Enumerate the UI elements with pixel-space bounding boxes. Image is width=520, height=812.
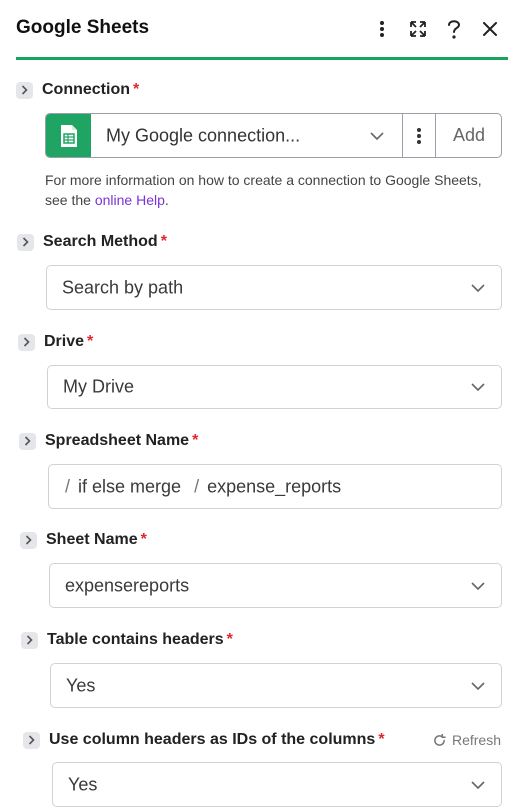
- more-vertical-icon[interactable]: [370, 17, 394, 41]
- add-connection-button[interactable]: Add: [436, 114, 501, 157]
- chevron-down-icon: [471, 577, 485, 595]
- drive-label: Drive *: [18, 331, 93, 353]
- chevron-right-icon[interactable]: [18, 333, 35, 351]
- chevron-right-icon[interactable]: [20, 531, 37, 549]
- help-icon[interactable]: [442, 17, 466, 41]
- close-icon[interactable]: [478, 17, 502, 41]
- table-headers-label: Table contains headers *: [21, 629, 233, 651]
- chevron-down-icon: [471, 279, 485, 297]
- column-ids-label: Use column headers as IDs of the columns…: [23, 729, 385, 751]
- connection-label: Connection *: [16, 79, 139, 101]
- expand-icon[interactable]: [406, 17, 430, 41]
- chevron-right-icon[interactable]: [19, 432, 36, 450]
- header-divider: [16, 57, 508, 60]
- chevron-right-icon[interactable]: [23, 731, 40, 749]
- spreadsheet-path-field[interactable]: / if else merge / expense_reports: [48, 464, 502, 509]
- chevron-down-icon: [370, 127, 384, 145]
- chevron-down-icon: [471, 776, 485, 794]
- panel-header: Google Sheets: [0, 0, 520, 60]
- search-method-select[interactable]: Search by path: [46, 265, 502, 310]
- online-help-link[interactable]: online Help: [95, 192, 165, 208]
- refresh-icon: [434, 733, 446, 746]
- path-segment[interactable]: expense_reports: [207, 476, 341, 496]
- connection-help-text: For more information on how to create a …: [45, 172, 482, 208]
- sheet-name-label: Sheet Name *: [20, 529, 147, 551]
- column-ids-select[interactable]: Yes: [52, 762, 502, 807]
- chevron-right-icon[interactable]: [21, 631, 38, 649]
- drive-select[interactable]: My Drive: [47, 365, 502, 409]
- path-segment[interactable]: if else merge: [78, 476, 181, 496]
- search-method-label: Search Method *: [17, 231, 167, 253]
- chevron-down-icon: [471, 378, 485, 396]
- panel-title: Google Sheets: [16, 17, 150, 38]
- required-mark: *: [133, 81, 140, 98]
- sheet-name-select[interactable]: expensereports: [49, 563, 502, 608]
- connection-select[interactable]: My Google connection... Add: [45, 113, 502, 158]
- chevron-down-icon: [471, 677, 485, 695]
- chevron-right-icon[interactable]: [16, 81, 33, 99]
- table-headers-select[interactable]: Yes: [50, 663, 502, 708]
- spreadsheet-name-label: Spreadsheet Name *: [19, 430, 198, 452]
- connection-value: My Google connection...: [106, 125, 301, 145]
- connection-options-icon[interactable]: [403, 114, 435, 157]
- google-sheets-icon: [46, 114, 91, 157]
- refresh-button[interactable]: Refresh: [433, 732, 501, 748]
- chevron-right-icon[interactable]: [17, 233, 34, 251]
- connection-label-text: Connection: [42, 81, 130, 98]
